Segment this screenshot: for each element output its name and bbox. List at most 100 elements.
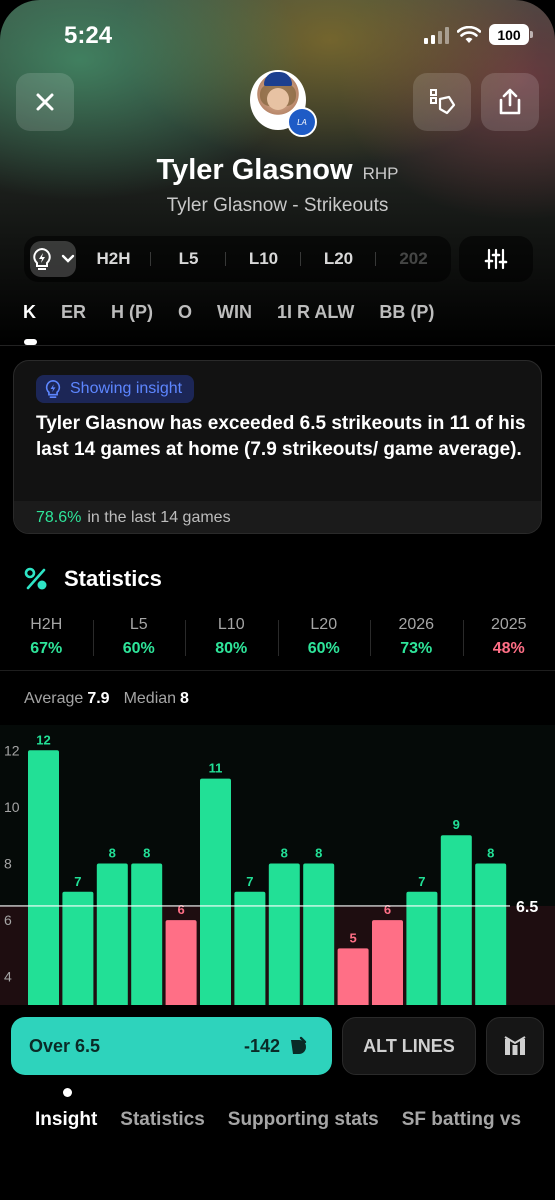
y-tick-label: 8 [4, 856, 12, 872]
insight-hit-rate: 78.6% [36, 509, 82, 526]
bottom-section-tabs: Insight Statistics Supporting stats SF batt… [35, 1109, 544, 1131]
stat-type-tabs: K ER H (P) O WIN 1I R ALW BB (P) [23, 302, 459, 323]
bottom-tab-1[interactable]: Statistics [120, 1109, 204, 1131]
insight-footer-text: in the last 14 games [87, 509, 231, 526]
stat-tab-6[interactable]: BB (P) [379, 302, 434, 323]
stat-tab-5[interactable]: 1I R ALW [277, 302, 354, 323]
chart-bar [337, 948, 369, 1010]
divider [0, 345, 555, 346]
stat-column-h2h[interactable]: H2H 67% [0, 616, 93, 658]
range-option-l20[interactable]: L20 [301, 249, 376, 269]
stat-column-2025[interactable]: 2025 48% [462, 616, 555, 658]
close-button[interactable] [16, 73, 74, 131]
chart-bar [440, 835, 472, 1010]
hit-rate-summary: H2H 67% L5 60% L10 80% L20 60% 2026 73% 2025 48% [0, 616, 555, 658]
stat-column-l5[interactable]: L5 60% [92, 616, 186, 658]
stat-column-label: L10 [217, 616, 245, 633]
range-option-l5[interactable]: L5 [151, 249, 226, 269]
statistics-title: Statistics [64, 566, 162, 591]
stat-column-2026[interactable]: 2026 73% [370, 616, 463, 658]
percent-icon [24, 567, 47, 590]
over-odds: -142 [243, 1035, 280, 1056]
bar-value-label: 7 [418, 874, 425, 889]
stat-column-value: 73% [400, 640, 433, 657]
player-title: Tyler Glasnow RHP [0, 154, 555, 187]
battery-indicator: 100 [489, 24, 533, 45]
player-position: RHP [362, 164, 399, 183]
average-value: 7.9 [87, 690, 110, 707]
strikeout-bar-chart: 12 10 8 6 4 12 7 8 8 6 11 7 8 8 5 6 7 9 8 6.5 [0, 725, 555, 1010]
range-options: H2H L5 L10 L20 202 [76, 236, 451, 282]
y-tick-label: 12 [4, 742, 20, 758]
chart-bar [372, 920, 403, 1010]
range-option-l10[interactable]: L10 [226, 249, 301, 269]
odds-group: -142 [244, 1036, 308, 1057]
status-time: 5:24 [64, 22, 113, 49]
over-label: Over 6.5 [29, 1035, 101, 1056]
bottom-tab-2[interactable]: Supporting stats [228, 1109, 379, 1131]
stat-tab-2[interactable]: H (P) [111, 302, 153, 323]
bar-value-label: 6 [384, 902, 391, 917]
stat-tab-0[interactable]: K [23, 302, 36, 323]
wifi-icon [457, 25, 481, 43]
average-label: Average [24, 690, 84, 707]
chart-bar [234, 891, 266, 1010]
bet-bar: Over 6.5 -142 ALT LINES [0, 1005, 555, 1090]
chevron-down-icon [61, 254, 75, 263]
bar-value-label: 12 [36, 732, 50, 747]
median-value: 8 [180, 690, 189, 707]
bottom-tab-3[interactable]: SF batting vs [402, 1109, 521, 1131]
sportsbook-logo-icon [291, 1036, 307, 1054]
alt-lines-button[interactable]: ALT LINES [342, 1017, 476, 1075]
bottom-tab-0[interactable]: Insight [35, 1109, 97, 1131]
chart-bar [200, 778, 231, 1010]
range-option-h2h[interactable]: H2H [76, 249, 151, 269]
chart-view-button[interactable] [486, 1017, 544, 1075]
average-median-row: Average 7.9 Median 8 [24, 690, 203, 708]
stat-column-l20[interactable]: L20 60% [277, 616, 371, 658]
sliders-icon [484, 248, 508, 270]
filter-settings-button[interactable] [459, 236, 533, 282]
chart-bar [268, 863, 300, 1010]
threshold-label: 6.5 [516, 899, 538, 916]
over-bet-button[interactable]: Over 6.5 -142 [11, 1017, 332, 1075]
divider [0, 670, 555, 671]
chart-bar [165, 920, 197, 1010]
chart-bar [406, 891, 438, 1010]
chart-bar [131, 863, 163, 1010]
bar-value-label: 8 [315, 846, 322, 861]
bar-value-label: 8 [281, 846, 288, 861]
stat-column-label: L5 [129, 616, 148, 633]
stat-tab-1[interactable]: ER [61, 302, 86, 323]
bar-value-label: 8 [487, 846, 494, 861]
share-button[interactable] [481, 73, 539, 131]
swap-icon [430, 89, 456, 115]
stat-column-value: 48% [492, 640, 525, 657]
stat-column-l10[interactable]: L10 80% [185, 616, 278, 658]
bar-value-label: 6 [177, 902, 184, 917]
chart-bar [96, 863, 128, 1010]
bar-value-label: 7 [246, 874, 253, 889]
stat-column-label: 2026 [398, 616, 435, 633]
stat-column-label: H2H [30, 616, 63, 633]
close-icon [36, 93, 54, 111]
statistics-header: Statistics [24, 566, 162, 592]
bar-chart-icon [504, 1036, 526, 1055]
stat-column-value: 60% [307, 640, 340, 657]
median-label: Median [123, 690, 177, 707]
team-logo: LA [287, 107, 317, 137]
chart-bar [28, 750, 59, 1010]
insight-filter-toggle[interactable] [30, 241, 76, 277]
lightbulb-icon [45, 379, 61, 398]
bar-value-label: 8 [109, 846, 116, 861]
chart-bar [303, 863, 335, 1010]
stat-tab-4[interactable]: WIN [217, 302, 252, 323]
insight-footer: 78.6% in the last 14 games [14, 501, 541, 533]
stat-tab-3[interactable]: O [178, 302, 192, 323]
swap-button[interactable] [413, 73, 471, 131]
chart-bar [475, 863, 507, 1010]
stat-column-value: 80% [215, 640, 248, 657]
insight-card[interactable]: Showing insight Tyler Glasnow has exceed… [13, 360, 542, 534]
range-option-202[interactable]: 202 [376, 249, 451, 269]
range-filter-bar: H2H L5 L10 L20 202 [24, 236, 451, 282]
